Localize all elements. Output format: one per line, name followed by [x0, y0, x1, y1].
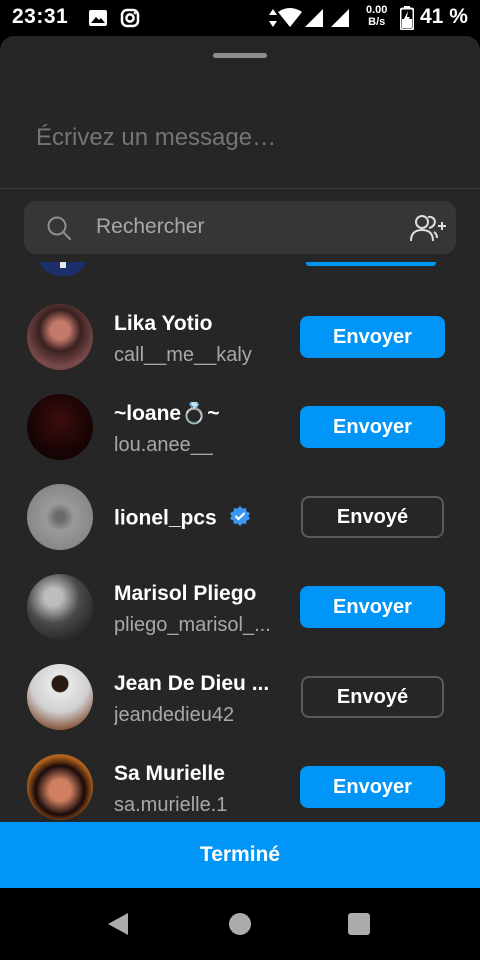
avatar: [27, 664, 93, 730]
network-speed-value: 0.00: [366, 4, 388, 16]
list-item[interactable]: Lika Yotio call__me__kaly Envoyer: [0, 292, 480, 382]
contact-name: Sa Murielle: [114, 762, 225, 785]
avatar: [27, 394, 93, 460]
status-bar: 23:31 0.00 B/s 41 %: [0, 0, 480, 36]
contact-username: sa.murielle.1: [114, 794, 228, 816]
contact-name: Marisol Pliego: [114, 582, 257, 605]
network-speed-unit: B/s: [368, 16, 386, 28]
avatar: [27, 574, 93, 640]
gallery-icon: [88, 8, 108, 33]
contact-name: Lika Yotio: [114, 312, 213, 335]
avatar: [27, 754, 93, 820]
recents-icon[interactable]: [348, 913, 370, 935]
contact-username: lou.anee__: [114, 434, 213, 456]
list-item[interactable]: lionel_pcs Envoyé: [0, 472, 480, 562]
signal-icon: [330, 8, 350, 33]
avatar: [38, 262, 88, 276]
sent-button[interactable]: Envoyé: [301, 676, 444, 718]
sent-button[interactable]: Envoyé: [301, 496, 444, 538]
battery-percentage: 41 %: [420, 5, 468, 28]
list-item[interactable]: Sa Murielle sa.murielle.1 Envoyer: [0, 742, 480, 822]
avatar: [27, 304, 93, 370]
back-icon[interactable]: [106, 912, 130, 941]
contact-name: ~loane💍~: [114, 402, 220, 425]
list-item[interactable]: ~loane💍~ lou.anee__ Envoyer: [0, 382, 480, 472]
list-item[interactable]: Marisol Pliego pliego_marisol_... Envoye…: [0, 562, 480, 652]
send-button[interactable]: [306, 262, 436, 266]
status-time: 23:31: [12, 5, 69, 28]
avatar: [27, 484, 93, 550]
contact-name-text: lionel_pcs: [114, 506, 217, 530]
navigation-bar: [0, 888, 480, 960]
contact-username: pliego_marisol_...: [114, 614, 271, 636]
add-people-icon[interactable]: [410, 213, 446, 248]
wifi-icon: [278, 8, 302, 33]
verified-badge-icon: [229, 505, 251, 533]
divider: [0, 188, 480, 189]
send-button[interactable]: Envoyer: [300, 406, 445, 448]
home-icon[interactable]: [229, 913, 251, 935]
contact-list[interactable]: Lika Yotio call__me__kaly Envoyer ~loane…: [0, 262, 480, 822]
data-arrows-icon: [268, 8, 278, 33]
send-button[interactable]: Envoyer: [300, 766, 445, 808]
send-button[interactable]: Envoyer: [300, 586, 445, 628]
instagram-icon: [120, 8, 140, 33]
search-input[interactable]: Rechercher: [96, 215, 205, 239]
message-input[interactable]: [36, 124, 436, 152]
contact-username: call__me__kaly: [114, 344, 252, 366]
drag-handle[interactable]: [213, 53, 267, 58]
list-item-partial: [0, 262, 480, 282]
send-button[interactable]: Envoyer: [300, 316, 445, 358]
battery-charging-icon: [399, 6, 415, 35]
list-item[interactable]: Jean De Dieu ... jeandedieu42 Envoyé: [0, 652, 480, 742]
contact-username: jeandedieu42: [114, 704, 235, 726]
network-speed: 0.00 B/s: [366, 4, 387, 28]
share-sheet: Rechercher Lika Yotio call__me__kaly Env…: [0, 36, 480, 888]
contact-name: lionel_pcs: [114, 505, 251, 533]
search-bar[interactable]: Rechercher: [24, 201, 456, 254]
contact-name: Jean De Dieu ...: [114, 672, 270, 695]
search-icon: [46, 215, 72, 246]
signal-icon: [304, 8, 324, 33]
done-button[interactable]: Terminé: [0, 822, 480, 888]
